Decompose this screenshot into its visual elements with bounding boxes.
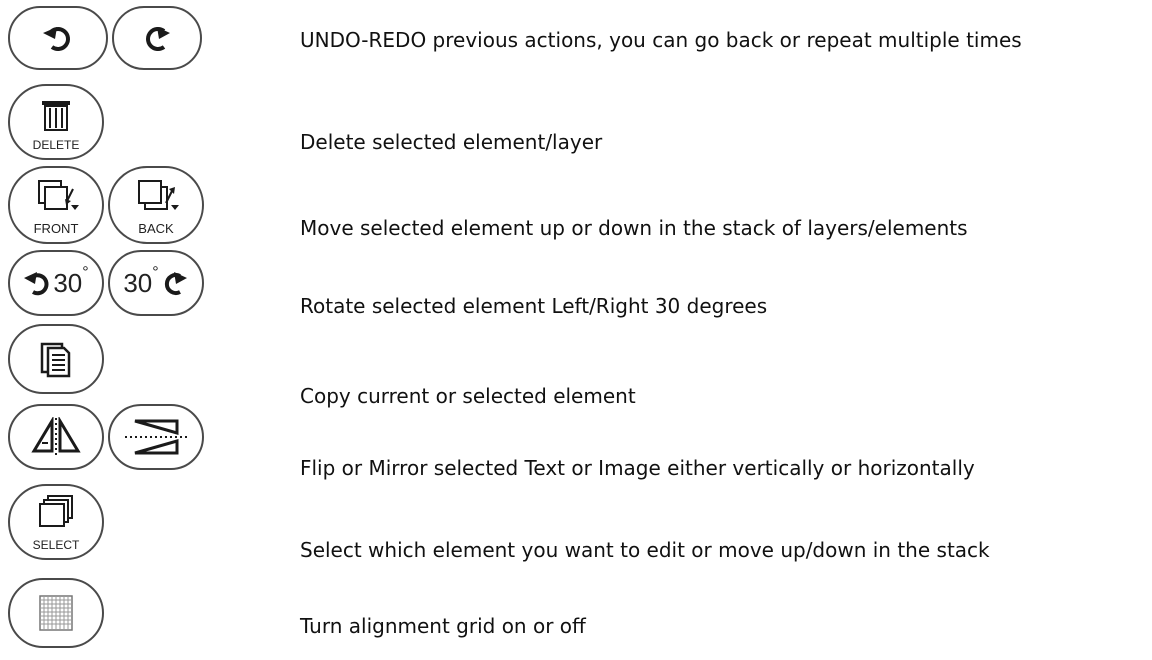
row-select: SELECT Select which element you want to …: [0, 478, 1152, 568]
undo-icon: [43, 27, 70, 51]
flip-description: Flip or Mirror selected Text or Image ei…: [300, 456, 975, 480]
row-copy: Copy current or selected element: [0, 322, 1152, 408]
rotate-left-value: 30: [53, 267, 83, 298]
flip-horizontal-button[interactable]: [8, 404, 104, 470]
select-button[interactable]: SELECT: [8, 484, 104, 560]
bring-front-button[interactable]: FRONT: [8, 166, 104, 244]
rotate-right-button[interactable]: 30 °: [108, 250, 204, 316]
grid-description: Turn alignment grid on or off: [300, 614, 586, 638]
grid-icon: [39, 595, 73, 631]
row-delete: DELETE Delete selected element/layer: [0, 80, 1152, 162]
delete-button-label: DELETE: [32, 138, 80, 152]
delete-button[interactable]: DELETE: [8, 84, 104, 160]
row-flip: Flip or Mirror selected Text or Image ei…: [0, 398, 1152, 480]
row-undo-redo: UNDO-REDO previous actions, you can go b…: [0, 0, 1152, 80]
trash-icon: [42, 101, 70, 131]
rotate-right-value: 30: [123, 267, 153, 298]
row-front-back: FRONT BACK Move selected element up or d…: [0, 162, 1152, 246]
copy-button[interactable]: [8, 324, 104, 394]
front-back-description: Move selected element up or down in the …: [300, 216, 968, 240]
front-button-label: FRONT: [33, 221, 79, 236]
row-grid: Turn alignment grid on or off: [0, 568, 1152, 658]
undo-button[interactable]: [8, 6, 108, 70]
layers-stack-icon: [39, 495, 73, 527]
delete-description: Delete selected element/layer: [300, 130, 603, 154]
flip-horizontal-icon: [31, 417, 81, 456]
bring-front-icon: [38, 180, 79, 210]
redo-icon: [146, 27, 170, 51]
undo-redo-description: UNDO-REDO previous actions, you can go b…: [300, 28, 1022, 52]
rotate-description: Rotate selected element Left/Right 30 de…: [300, 294, 768, 318]
redo-button[interactable]: [112, 6, 202, 70]
send-back-button[interactable]: BACK: [108, 166, 204, 244]
flip-vertical-button[interactable]: [108, 404, 204, 470]
copy-icon: [40, 342, 71, 378]
select-description: Select which element you want to edit or…: [300, 538, 990, 562]
grid-toggle-button[interactable]: [8, 578, 104, 648]
rotate-left-degree: °: [82, 264, 89, 281]
flip-vertical-icon: [125, 419, 187, 455]
rotate-right-icon: [164, 272, 187, 295]
back-button-label: BACK: [138, 221, 174, 236]
select-button-label: SELECT: [32, 538, 80, 552]
send-back-icon: [138, 180, 179, 210]
rotate-left-icon: [24, 272, 49, 296]
row-rotate: 30 ° 30 ° Rotate selected element Left/Rig…: [0, 246, 1152, 322]
rotate-left-button[interactable]: 30 °: [8, 250, 104, 316]
